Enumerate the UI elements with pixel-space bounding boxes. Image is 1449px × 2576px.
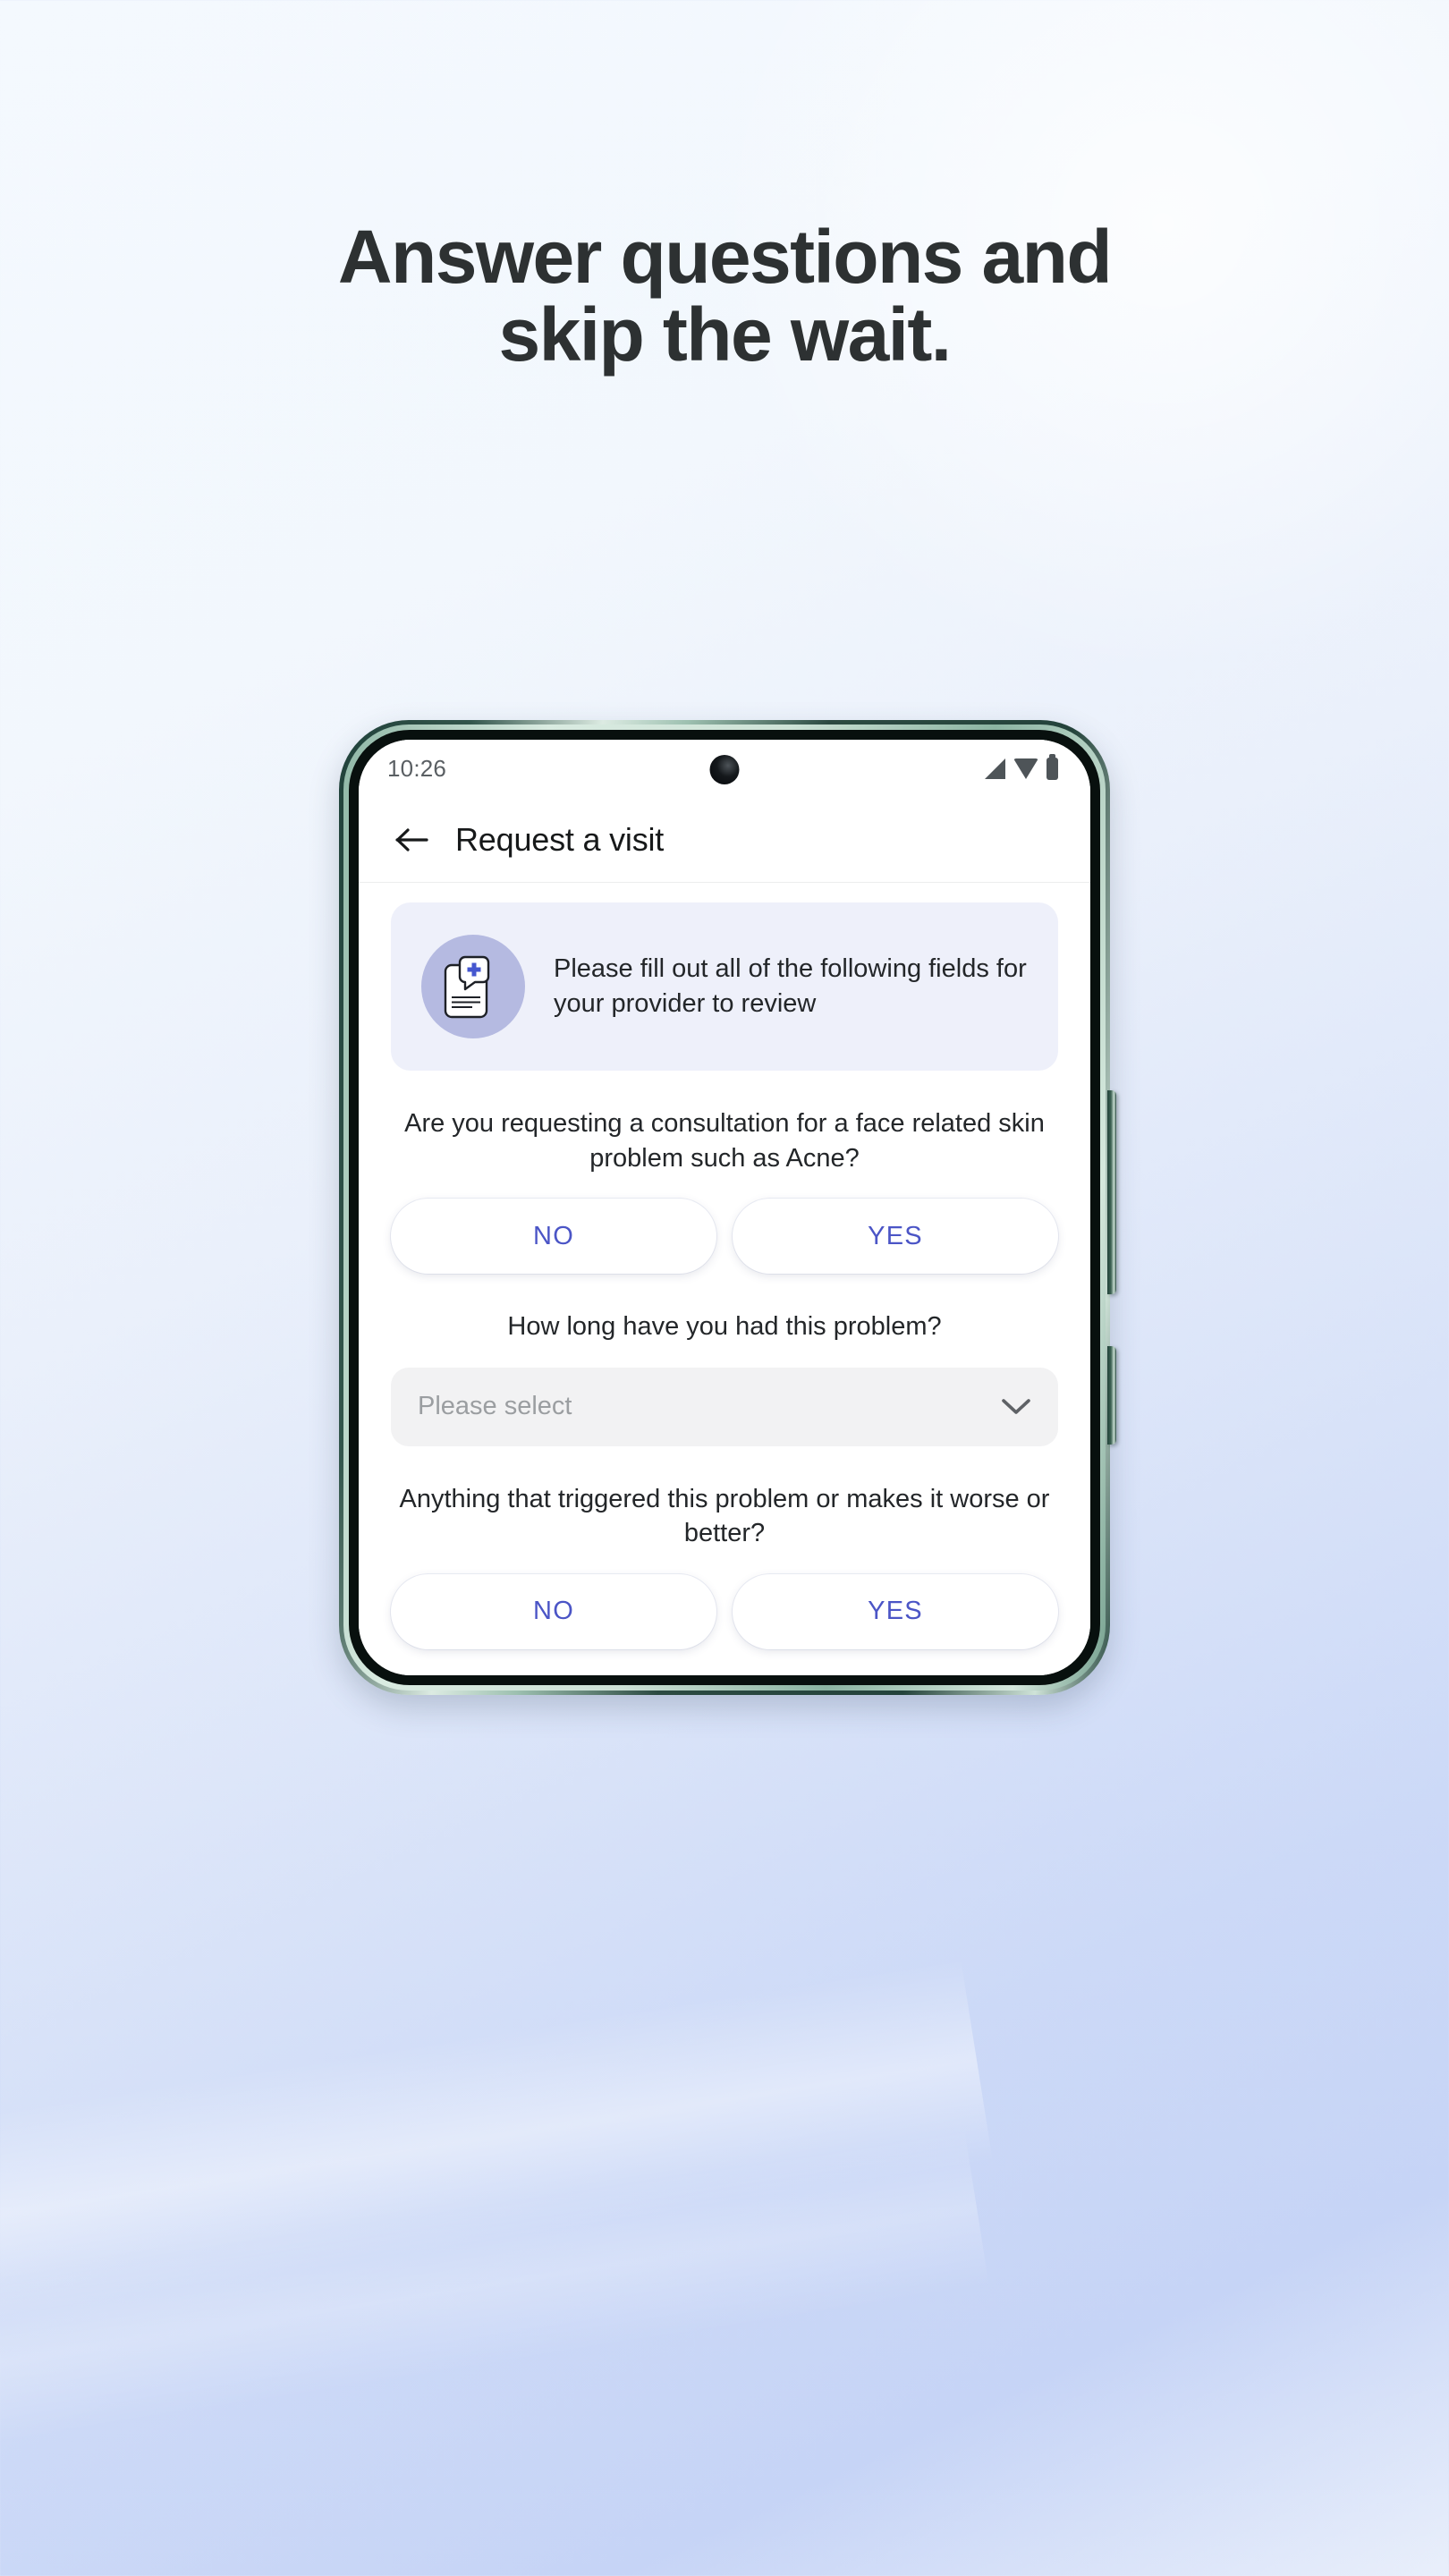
background-streak <box>0 1958 993 2344</box>
answer-no-button[interactable]: NO <box>391 1199 716 1275</box>
status-time: 10:26 <box>387 754 447 782</box>
phone-screen: 10:26 Request a visit Please fill out al… <box>359 740 1090 1675</box>
duration-select[interactable]: Please select <box>391 1367 1058 1446</box>
back-arrow-icon[interactable] <box>393 820 432 860</box>
app-title: Request a visit <box>455 820 665 858</box>
choice-row: NO YES <box>391 1199 1058 1275</box>
question-label: How long have you had this problem? <box>507 1312 942 1342</box>
info-card: Please fill out all of the following fie… <box>391 902 1058 1071</box>
question-label: Anything that triggered this problem or … <box>399 1484 1050 1548</box>
volume-button[interactable] <box>1107 1090 1116 1294</box>
power-button[interactable] <box>1107 1346 1116 1445</box>
form-content: Please fill out all of the following fie… <box>359 883 1090 1675</box>
front-camera-icon <box>709 755 740 784</box>
answer-no-button[interactable]: NO <box>391 1573 716 1649</box>
background-streak <box>0 2128 990 2470</box>
info-card-text: Please fill out all of the following fie… <box>554 954 1027 1018</box>
answer-yes-button[interactable]: YES <box>733 1573 1058 1649</box>
select-placeholder: Please select <box>418 1392 572 1421</box>
question-face-related: Are you requesting a consultation for a … <box>391 1106 1058 1275</box>
wifi-icon <box>1013 758 1038 779</box>
question-triggers: Anything that triggered this problem or … <box>391 1482 1058 1649</box>
status-bar: 10:26 <box>359 740 1090 797</box>
battery-icon <box>1046 753 1058 780</box>
question-label: Are you requesting a consultation for a … <box>404 1109 1045 1173</box>
headline-line-1: Answer questions and <box>337 215 1113 299</box>
page-title: Answer questions and skip the wait. <box>0 215 1449 377</box>
chevron-down-icon <box>1001 1398 1031 1416</box>
status-icons <box>985 753 1058 780</box>
document-medical-icon <box>421 935 525 1038</box>
app-header: Request a visit <box>359 797 1090 883</box>
headline-line-2: skip the wait. <box>498 292 952 377</box>
signal-icon <box>985 758 1005 779</box>
phone-mockup: 10:26 Request a visit Please fill out al… <box>339 720 1116 1695</box>
question-duration: How long have you had this problem? Plea… <box>391 1309 1058 1446</box>
answer-yes-button[interactable]: YES <box>733 1199 1058 1275</box>
choice-row: NO YES <box>391 1573 1058 1649</box>
